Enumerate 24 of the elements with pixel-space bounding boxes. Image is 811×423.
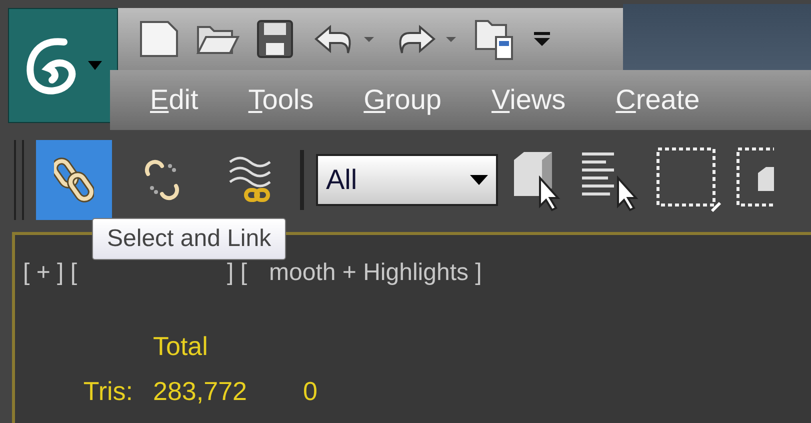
menu-item[interactable]: Views (491, 79, 566, 121)
rectangle-selection-icon[interactable] (654, 145, 722, 215)
app-logo-button[interactable] (8, 8, 118, 123)
stats-value: 0 (303, 375, 318, 408)
tooltip: Select and Link (92, 218, 286, 260)
chain-link-icon (54, 156, 94, 204)
dropdown-caret-icon[interactable] (532, 30, 552, 48)
menu-item[interactable]: Tools (248, 79, 314, 121)
select-and-link-button[interactable] (36, 140, 112, 220)
stats-label: Tris: (82, 375, 134, 408)
caret-icon (470, 175, 488, 185)
selection-filter-dropdown[interactable]: All (316, 154, 498, 206)
dropdown-value: All (326, 163, 358, 197)
stats-header: Total (153, 330, 209, 363)
new-file-icon[interactable] (138, 19, 180, 59)
menu-item[interactable]: Create (616, 79, 700, 121)
stats-total: 283,772 (153, 375, 248, 408)
toolbar-grip[interactable] (14, 140, 24, 220)
viewport-label[interactable]: [ + ] [ (23, 255, 78, 291)
menu-item[interactable]: Group (364, 79, 442, 121)
save-icon[interactable] (256, 19, 294, 59)
caret-icon (88, 60, 102, 70)
project-folder-icon[interactable] (474, 17, 516, 61)
menu-item[interactable]: Edit (150, 79, 198, 121)
